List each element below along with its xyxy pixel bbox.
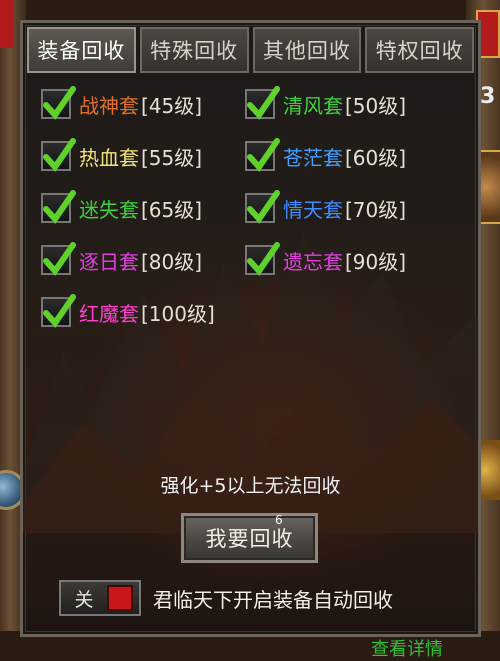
set-name: 苍茫套 [283, 145, 343, 170]
set-name: 战神套 [79, 93, 139, 118]
set-item-mishi[interactable]: 迷失套 [65级] [41, 190, 203, 225]
set-level: [100级] [141, 301, 215, 326]
set-level: [90级] [345, 249, 407, 274]
checkmark-icon [247, 138, 280, 172]
toggle-label: 关 [74, 588, 94, 611]
set-item-qingtian[interactable]: 情天套 [70级] [245, 190, 407, 225]
auto-recycle-toggle[interactable]: 关 [59, 580, 141, 616]
set-name: 逐日套 [79, 249, 139, 274]
set-checkbox[interactable] [41, 86, 76, 120]
set-name: 遗忘套 [283, 249, 343, 274]
tab-bar: 装备回收 特殊回收 其他回收 特权回收 [27, 27, 474, 75]
set-checkbox[interactable] [245, 190, 280, 224]
set-checkbox[interactable] [41, 242, 76, 276]
set-name: 热血套 [79, 145, 139, 170]
set-level: [80级] [141, 249, 203, 274]
set-checkbox[interactable] [245, 242, 280, 276]
set-item-zhanshen[interactable]: 战神套 [45级] [41, 86, 203, 121]
set-level: [50级] [345, 93, 407, 118]
checkmark-icon [43, 138, 76, 172]
set-item-rexue[interactable]: 热血套 [55级] [41, 138, 203, 173]
set-level: [65级] [141, 197, 203, 222]
recycle-panel: 装备回收 特殊回收 其他回收 特权回收 战神套 [45级] 清风套 [50级] … [20, 20, 481, 660]
set-item-yiwang[interactable]: 遗忘套 [90级] [245, 242, 407, 277]
set-level: [55级] [141, 145, 203, 170]
checkmark-icon [43, 190, 76, 224]
checkmark-icon [43, 86, 76, 120]
set-name: 红魔套 [79, 301, 139, 326]
tab-privilege-recycle[interactable]: 特权回收 [365, 27, 474, 73]
set-level: [45级] [141, 93, 203, 118]
right-edge-number: 3 [480, 84, 496, 109]
left-red-bar [0, 0, 14, 48]
checkmark-icon [43, 242, 76, 276]
checkmark-icon [247, 190, 280, 224]
set-name: 迷失套 [79, 197, 139, 222]
set-item-hongmo[interactable]: 红魔套 [100级] [41, 294, 215, 329]
set-item-zhuri[interactable]: 逐日套 [80级] [41, 242, 203, 277]
enhance-limit-notice: 强化+5以上无法回收 [160, 475, 341, 497]
toggle-knob[interactable] [107, 585, 133, 611]
view-details-link[interactable]: 查看详情 [371, 635, 443, 661]
set-level: [60级] [345, 145, 407, 170]
tab-other-recycle[interactable]: 其他回收 [252, 27, 362, 73]
checkmark-icon [247, 86, 280, 120]
set-item-qingfeng[interactable]: 清风套 [50级] [245, 86, 407, 121]
set-checkbox[interactable] [245, 138, 280, 172]
set-level: [70级] [345, 197, 407, 222]
set-name: 情天套 [283, 197, 343, 222]
set-checkbox[interactable] [245, 86, 280, 120]
auto-recycle-text: 君临天下开启装备自动回收 [153, 587, 393, 612]
set-item-cangmang[interactable]: 苍茫套 [60级] [245, 138, 407, 173]
tab-equipment-recycle[interactable]: 装备回收 [27, 27, 136, 73]
cursor-badge: 6 [275, 513, 283, 527]
set-name: 清风套 [283, 93, 343, 118]
auto-recycle-row: 关 君临天下开启装备自动回收 [59, 579, 393, 617]
set-checkbox[interactable] [41, 294, 76, 328]
checkmark-icon [247, 242, 280, 276]
set-checkbox[interactable] [41, 190, 76, 224]
set-checkbox[interactable] [41, 138, 76, 172]
recycle-button[interactable]: 我要回收 [181, 513, 318, 563]
tab-special-recycle[interactable]: 特殊回收 [139, 27, 249, 73]
checkmark-icon [43, 294, 76, 328]
